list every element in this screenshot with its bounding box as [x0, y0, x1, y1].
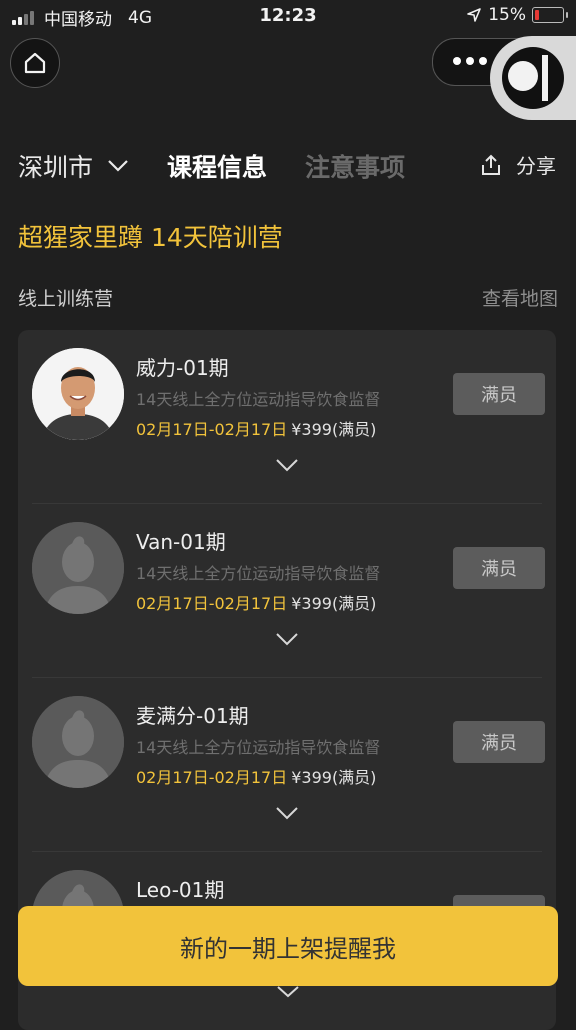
course-dates: 02月17日-02月17日 [136, 594, 288, 613]
full-status-button[interactable]: 满员 [453, 373, 545, 415]
course-dates: 02月17日-02月17日 [136, 768, 288, 787]
course-name: Van-01期 [136, 530, 226, 554]
course-meta: 02月17日-02月17日 ¥399(满员) [136, 764, 376, 788]
placeholder-avatar-icon [32, 522, 124, 614]
list-item[interactable]: 麦满分-01期 14天线上全方位运动指导饮食监督 02月17日-02月17日 ¥3… [18, 678, 556, 852]
course-price: ¥399(满员) [291, 768, 377, 787]
list-item[interactable]: 威力-01期 14天线上全方位运动指导饮食监督 02月17日-02月17日 ¥39… [18, 330, 556, 504]
share-icon [482, 154, 500, 175]
course-meta: 02月17日-02月17日 ¥399(满员) [136, 416, 376, 440]
chevron-down-icon[interactable] [276, 986, 300, 998]
course-name: 麦满分-01期 [136, 704, 249, 728]
status-right: 15% [466, 5, 568, 25]
city-label: 深圳市 [18, 153, 94, 182]
tab-notices[interactable]: 注意事项 [305, 148, 405, 184]
full-status-button[interactable]: 满员 [453, 547, 545, 589]
brand-logo [502, 47, 564, 109]
location-arrow-icon [467, 8, 482, 22]
tab-course-info[interactable]: 课程信息 [167, 148, 267, 184]
course-price: ¥399(满员) [291, 420, 377, 439]
camp-subtitle: 线上训练营 [18, 288, 114, 310]
city-selector[interactable]: 深圳市 [18, 148, 129, 184]
course-desc: 14天线上全方位运动指导饮食监督 [136, 390, 381, 409]
share-label: 分享 [516, 154, 556, 178]
floating-avatar[interactable] [490, 36, 576, 120]
tab-bar: 深圳市 课程信息 注意事项 分享 [18, 146, 564, 186]
placeholder-avatar-icon [32, 696, 124, 788]
battery-icon [532, 7, 568, 23]
more-dots-icon[interactable] [453, 57, 487, 65]
home-button[interactable] [10, 38, 60, 88]
course-meta: 02月17日-02月17日 ¥399(满员) [136, 590, 376, 614]
coach-avatar [32, 348, 124, 440]
course-price: ¥399(满员) [291, 594, 377, 613]
course-name: 威力-01期 [136, 356, 229, 380]
chevron-down-icon[interactable] [275, 458, 299, 472]
chevron-down-icon[interactable] [275, 806, 299, 820]
full-status-button[interactable]: 满员 [453, 721, 545, 763]
course-desc: 14天线上全方位运动指导饮食监督 [136, 738, 381, 757]
share-button[interactable]: 分享 [480, 150, 556, 179]
course-desc: 14天线上全方位运动指导饮食监督 [136, 564, 381, 583]
course-dates: 02月17日-02月17日 [136, 420, 288, 439]
battery-percent: 15% [488, 5, 526, 25]
status-bar: 中国移动 4G 12:23 15% [0, 0, 576, 32]
course-name: Leo-01期 [136, 878, 225, 902]
view-map-link[interactable]: 查看地图 [482, 284, 558, 311]
home-icon [24, 52, 46, 74]
camp-title: 超猩家里蹲 14天陪训营 [18, 223, 283, 252]
notify-new-session-button[interactable]: 新的一期上架提醒我 [18, 906, 558, 986]
chevron-down-icon[interactable] [275, 632, 299, 646]
chevron-down-icon [108, 160, 128, 172]
list-item[interactable]: Van-01期 14天线上全方位运动指导饮食监督 02月17日-02月17日 ¥3… [18, 504, 556, 678]
